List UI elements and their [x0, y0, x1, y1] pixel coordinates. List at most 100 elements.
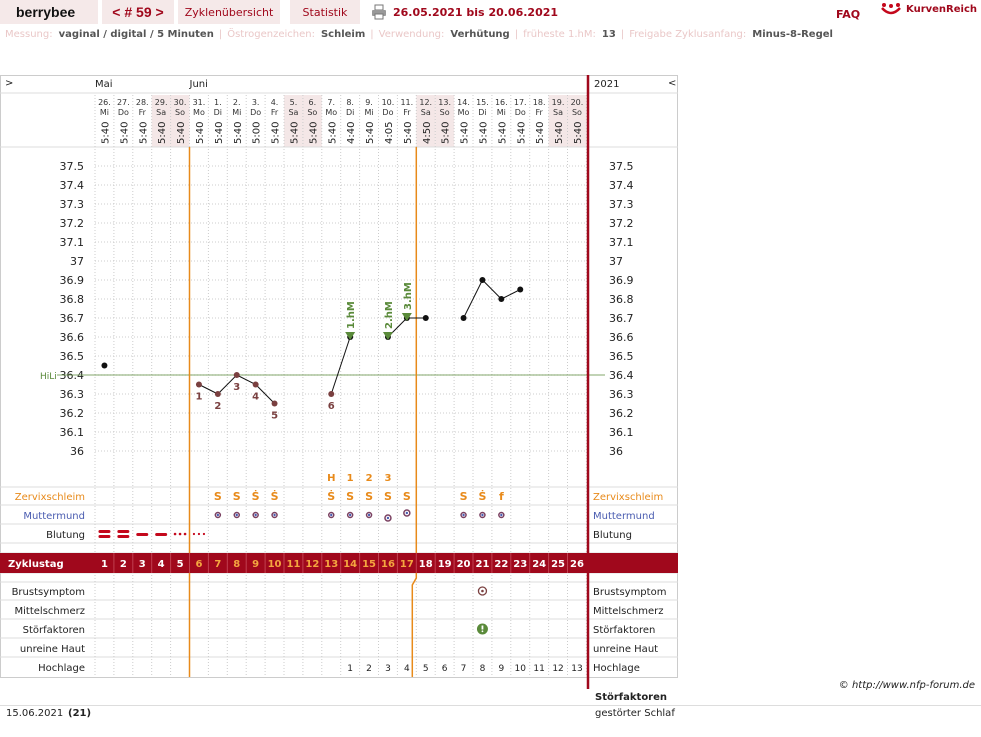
- bleeding-mark: [173, 532, 177, 536]
- hochlage-number: 12: [552, 664, 563, 674]
- day-date: 16.: [495, 98, 508, 107]
- day-weekday: Mo: [325, 108, 337, 117]
- day-weekday: Fr: [403, 108, 411, 117]
- y-tick-label: 36: [70, 445, 84, 458]
- day-date: 28.: [136, 98, 149, 107]
- hochlage-number: 11: [533, 664, 544, 674]
- y-tick-label: 36.3: [60, 388, 85, 401]
- nav-prev[interactable]: >: [5, 78, 13, 89]
- temp-point: [214, 391, 221, 397]
- day-weekday: Mi: [364, 108, 373, 117]
- cervix-os-dot: [386, 516, 390, 520]
- day-weekday: Di: [478, 108, 486, 117]
- day-date: 27.: [117, 98, 130, 107]
- day-weekday: Mi: [497, 108, 506, 117]
- footer-divider: [0, 705, 981, 706]
- day-time: 5:40: [478, 122, 489, 144]
- cycle-day-number: 20: [457, 559, 471, 570]
- cervix-symbol: S: [403, 490, 411, 503]
- day-date: 15.: [476, 98, 489, 107]
- y-tick-label-right: 37.5: [609, 160, 634, 173]
- hochlage-number: 5: [423, 664, 429, 674]
- day-date: 10.: [382, 98, 395, 107]
- y-tick-label: 37: [70, 255, 84, 268]
- day-time: 5:40: [100, 122, 111, 144]
- day-weekday: Fr: [271, 108, 279, 117]
- day-weekday: So: [572, 108, 582, 117]
- cervix-symbol: Ṡ: [252, 489, 260, 503]
- y-tick-label-right: 36.7: [609, 312, 634, 325]
- cervix-symbol: S: [346, 490, 354, 503]
- day-weekday: Mo: [458, 108, 470, 117]
- cervix-os-dot: [481, 513, 484, 517]
- cervix-marker: 2: [366, 473, 373, 484]
- low-label: 3: [233, 382, 240, 393]
- day-weekday: So: [175, 108, 185, 117]
- day-date: 3.: [252, 98, 260, 107]
- cycle-day-number: 19: [438, 559, 452, 570]
- hochlage-number: 6: [442, 664, 448, 674]
- day-date: 14.: [457, 98, 470, 107]
- disturb-text: gestörter Schlaf: [595, 708, 675, 719]
- day-time: 5:00: [252, 122, 263, 144]
- high-marker: [382, 332, 393, 340]
- low-label: 5: [271, 411, 278, 422]
- y-tick-label-right: 36.4: [609, 369, 634, 382]
- row-label-right-stoer: Störfaktoren: [593, 625, 655, 636]
- day-time: 5:40: [289, 122, 300, 144]
- y-tick-label-right: 37.4: [609, 179, 634, 192]
- day-weekday: Fr: [139, 108, 147, 117]
- day-date: 13.: [438, 98, 451, 107]
- day-date: 1.: [214, 98, 222, 107]
- cervix-marker: H: [327, 473, 335, 484]
- y-tick-label-right: 37: [609, 255, 623, 268]
- cervix-symbol: Ṡ: [327, 489, 335, 503]
- cycle-day-number: 11: [286, 559, 300, 570]
- row-label-mumu: Muttermund: [23, 511, 85, 522]
- y-tick-label-right: 36: [609, 445, 623, 458]
- cervix-marker: 3: [384, 473, 391, 484]
- day-weekday: Do: [515, 108, 526, 117]
- day-weekday: Mi: [232, 108, 241, 117]
- row-label-right-mumu: Muttermund: [593, 511, 655, 522]
- bleeding-mark: [197, 532, 201, 536]
- y-tick-label: 36.9: [60, 274, 85, 287]
- cervix-os-dot: [235, 513, 238, 517]
- day-time: 5:40: [157, 122, 168, 144]
- day-time: 5:40: [497, 122, 508, 144]
- day-time: 5:40: [554, 122, 565, 144]
- day-time: 5:40: [308, 122, 319, 144]
- low-label: 2: [214, 401, 221, 412]
- disturb-title: Störfaktoren: [595, 692, 668, 703]
- day-weekday: Sa: [156, 108, 166, 117]
- cervix-symbol: S: [233, 490, 241, 503]
- y-tick-label-right: 36.5: [609, 350, 634, 363]
- day-time: 5:40: [119, 122, 130, 144]
- day-date: 19.: [552, 98, 565, 107]
- y-tick-label: 37.1: [60, 236, 85, 249]
- nav-next[interactable]: <: [668, 78, 676, 89]
- cycle-day-number: 23: [513, 559, 527, 570]
- day-weekday: So: [307, 108, 317, 117]
- day-date: 26.: [98, 98, 111, 107]
- day-time: 4:05: [384, 122, 395, 144]
- row-label-brust: Brustsymptom: [12, 587, 85, 598]
- cycle-day-number: 26: [570, 559, 584, 570]
- cervix-os-dot: [273, 513, 276, 517]
- cervix-symbol: f: [499, 490, 504, 503]
- day-date: 5.: [290, 98, 298, 107]
- day-time: 5:40: [138, 122, 149, 144]
- bleeding-mark: [202, 532, 206, 536]
- temp-point: [252, 381, 259, 388]
- bleeding-mark: [136, 533, 149, 536]
- low-label: 6: [328, 401, 335, 412]
- y-tick-label: 36.1: [60, 426, 85, 439]
- high-marker: [345, 332, 356, 340]
- cervix-symbol: S: [460, 490, 468, 503]
- cervix-symbol: Ṡ: [271, 489, 279, 503]
- day-date: 12.: [419, 98, 432, 107]
- day-weekday: Mo: [193, 108, 205, 117]
- bleeding-mark: [98, 535, 111, 538]
- row-label-right-mittel: Mittelschmerz: [593, 606, 663, 617]
- hochlage-number: 1: [347, 664, 353, 674]
